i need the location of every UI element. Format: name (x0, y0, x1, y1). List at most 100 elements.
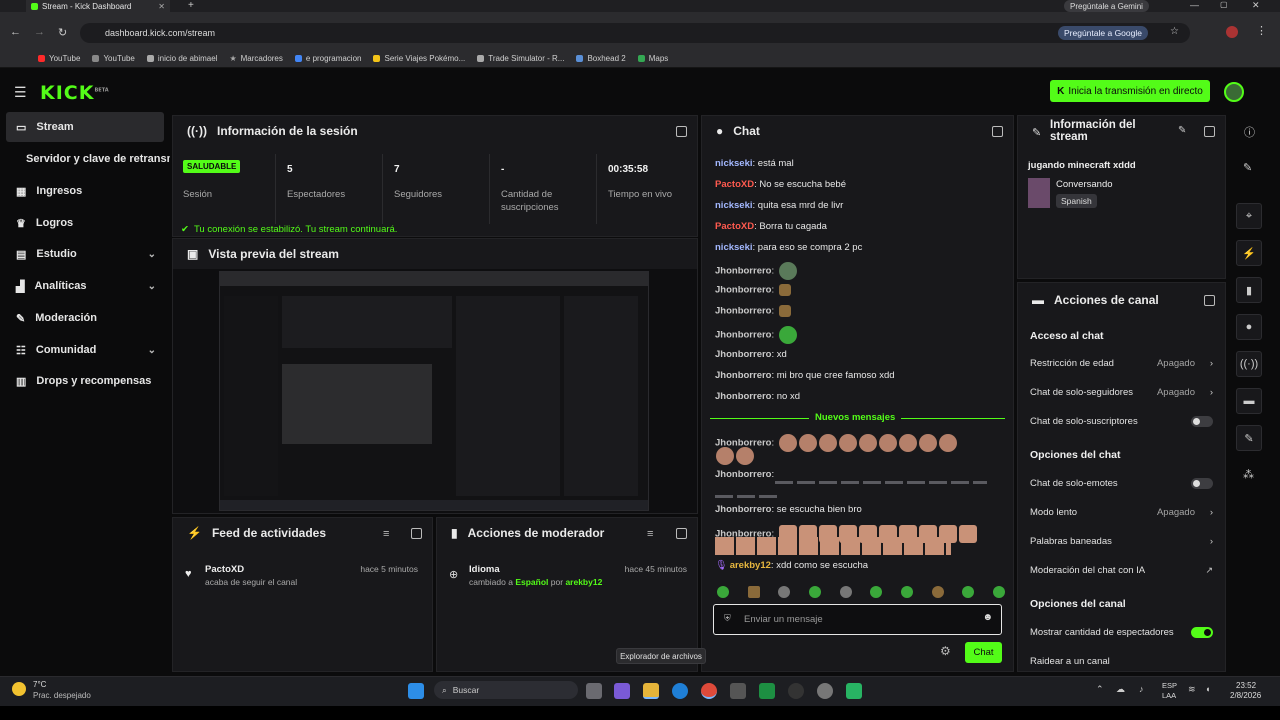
star-icon[interactable]: ☆ (1170, 26, 1179, 37)
popout-icon[interactable] (992, 126, 1003, 137)
popout-icon[interactable] (1204, 295, 1215, 306)
channel-icon[interactable]: ▬ (1236, 388, 1262, 414)
gemini-button[interactable]: Pregúntale a Gemini (1064, 0, 1149, 12)
file-explorer-icon[interactable] (643, 683, 659, 699)
copilot-icon[interactable] (614, 683, 630, 699)
stream-preview-video[interactable] (219, 271, 649, 511)
bookmark-item[interactable]: Boxhead 2 (576, 54, 626, 63)
sidebar-item-moderation[interactable]: ✎ Moderación (6, 303, 164, 333)
weather-temp: 7°C (33, 680, 47, 689)
clock-time[interactable]: 23:52 (1236, 681, 1256, 690)
chat-header: ● Chat (716, 124, 760, 138)
bookmark-item[interactable]: Maps (637, 54, 668, 63)
sidebar-item-analytics[interactable]: ▟ Analíticas ⌄ (6, 271, 164, 301)
emotes-only-toggle[interactable] (1191, 477, 1213, 489)
edge-icon[interactable] (672, 683, 688, 699)
wifi-icon[interactable]: ≋ (1188, 684, 1196, 695)
sidebar-item-drops[interactable]: ▥ Drops y recompensas (6, 366, 164, 396)
mic-icon[interactable]: ♪ (1139, 684, 1144, 694)
taskbar-search[interactable]: ⌕ Buscar (434, 681, 578, 699)
excel-icon[interactable] (759, 683, 775, 699)
chrome-icon[interactable] (701, 683, 717, 699)
bookmark-item[interactable]: ★ Marcadores (229, 54, 282, 63)
store-icon[interactable] (730, 683, 746, 699)
popout-icon[interactable] (676, 528, 687, 539)
sidebar-item-income[interactable]: ▦ Ingresos (6, 176, 164, 206)
bookmark-item[interactable]: inicio de abimael (146, 54, 217, 63)
community-icon[interactable]: ⁂ (1243, 468, 1254, 481)
kick-logo[interactable]: KICKBETA (40, 82, 109, 104)
bolt-icon[interactable]: ⚡ (1236, 240, 1262, 266)
raid-channel-row[interactable]: Raidear a un canal (1030, 653, 1213, 669)
minimize-icon[interactable]: — (1190, 0, 1199, 10)
settings-gear-icon[interactable]: ⚙ (940, 644, 951, 658)
browser-tab[interactable]: Stream - Kick Dashboard ✕ (26, 0, 170, 12)
close-tab-icon[interactable]: ✕ (158, 2, 165, 11)
chevron-right-icon: › (1209, 535, 1213, 547)
volume-icon[interactable]: ◖ (1205, 684, 1210, 694)
chevron-up-icon[interactable]: ⌃ (1096, 684, 1104, 695)
bookmark-item[interactable]: YouTube (38, 54, 80, 63)
popout-icon[interactable] (1204, 126, 1215, 137)
settings-gear-icon[interactable] (817, 683, 833, 699)
show-viewers-toggle[interactable] (1191, 626, 1213, 638)
whatsapp-icon[interactable] (846, 683, 862, 699)
windows-start-icon[interactable] (408, 683, 424, 699)
profile-icon[interactable] (1226, 26, 1238, 38)
stat-subscriptions: - Cantidad de suscripciones (491, 154, 597, 224)
lang-primary[interactable]: ESP (1162, 681, 1177, 690)
emoji-icon[interactable]: ☻ (982, 612, 993, 623)
avatar[interactable] (1224, 82, 1244, 102)
slow-mode-row[interactable]: Modo lento Apagado › (1030, 504, 1213, 520)
edit-pencil-icon[interactable]: ✎ (1178, 125, 1186, 136)
sidebar-item-studio[interactable]: ▤ Estudio ⌄ (6, 239, 164, 269)
forward-icon[interactable]: → (34, 26, 45, 38)
send-chat-button[interactable]: Chat (965, 642, 1002, 663)
followers-only-row[interactable]: Chat de solo-seguidores Apagado › (1030, 384, 1213, 400)
window-close-icon[interactable]: ✕ (1252, 0, 1260, 11)
hamburger-icon[interactable]: ☰ (14, 84, 27, 101)
cloud-icon[interactable]: ☁ (1116, 684, 1125, 695)
bookmark-item[interactable]: Trade Simulator - R... (477, 54, 564, 63)
edit-pencil-icon[interactable]: ✎ (1243, 161, 1252, 174)
bookmark-item[interactable]: YouTube (92, 54, 135, 63)
clock-date[interactable]: 2/8/2026 (1230, 691, 1261, 700)
popout-icon[interactable] (411, 528, 422, 539)
chat-bubble-icon[interactable]: ● (1236, 314, 1262, 340)
task-view-icon[interactable] (586, 683, 602, 699)
banned-words-row[interactable]: Palabras baneadas › (1030, 533, 1213, 549)
popout-icon[interactable] (676, 126, 687, 137)
emote-quickbar[interactable] (715, 586, 1005, 600)
google-ask-button[interactable]: Pregúntale a Google (1058, 26, 1148, 40)
reload-icon[interactable]: ↻ (58, 26, 67, 39)
chat-message: Jhonborrero: mi bro que cree famoso xdd (715, 370, 895, 381)
sidebar-item-achievements[interactable]: ♛ Logros (6, 208, 164, 238)
back-icon[interactable]: ← (10, 26, 21, 38)
sidebar-item-stream[interactable]: ▭ Stream (6, 112, 164, 142)
sidebar-item-community[interactable]: ☷ Comunidad ⌄ (6, 335, 164, 365)
age-restriction-row[interactable]: Restricción de edad Apagado › (1030, 355, 1213, 371)
bookmark-item[interactable]: Serie Viajes Pokémo... (373, 54, 465, 63)
capture-icon[interactable]: ⌖ (1236, 203, 1262, 229)
subs-only-toggle[interactable] (1191, 415, 1213, 427)
maximize-icon[interactable]: ▢ (1220, 0, 1228, 9)
new-tab-icon[interactable]: + (188, 0, 194, 11)
wrench-icon[interactable]: ✎ (1236, 425, 1262, 451)
chat-message: Jhonborrero: xd (715, 349, 787, 360)
broadcast-icon[interactable]: ((·)) (1236, 351, 1262, 377)
chat-message: Jhonborrero: (715, 284, 791, 296)
weather-icon[interactable] (12, 682, 26, 696)
go-live-button[interactable]: K Inicia la transmisión en directo (1050, 80, 1210, 102)
filter-icon[interactable]: ≡ (647, 528, 653, 540)
info-icon[interactable]: ⓘ (1244, 124, 1255, 140)
menu-dots-icon[interactable]: ⋮ (1256, 24, 1267, 37)
document-icon[interactable]: ▮ (1236, 277, 1262, 303)
recorder-icon[interactable] (788, 683, 804, 699)
ai-moderation-row[interactable]: Moderación del chat con IA ↗ (1030, 562, 1213, 578)
sidebar-item-server-key[interactable]: Servidor y clave de retransmisión (6, 144, 170, 174)
chat-input[interactable]: ⛨ Enviar un mensaje ☻ (713, 604, 1002, 635)
lang-secondary[interactable]: LAA (1162, 691, 1176, 700)
url-input[interactable]: dashboard.kick.com/stream (80, 23, 1190, 43)
bookmark-item[interactable]: e programacion (294, 54, 361, 63)
filter-icon[interactable]: ≡ (383, 528, 389, 540)
